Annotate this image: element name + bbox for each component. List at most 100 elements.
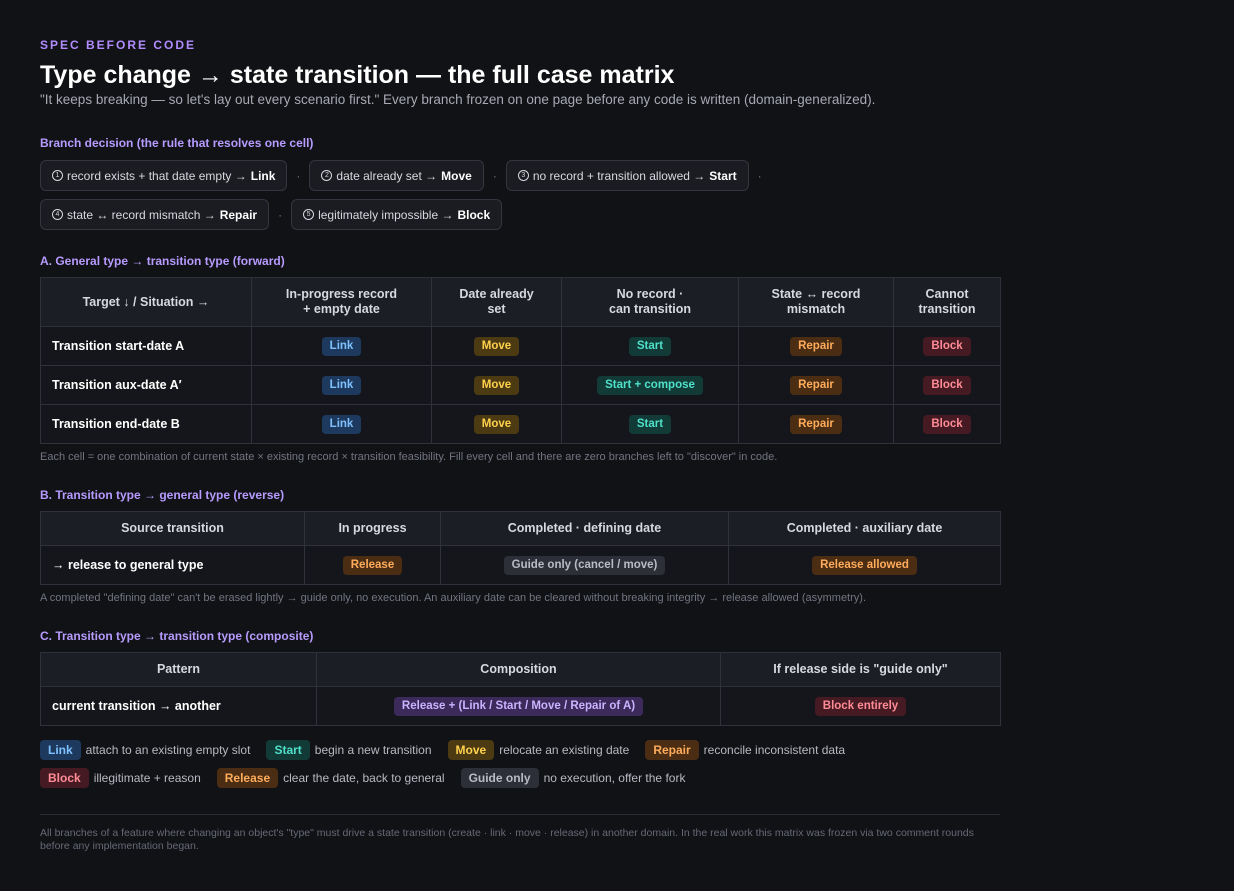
rule-text: date already set → [336,168,438,183]
legend-item: Link attach to an existing empty slot [40,740,250,760]
col-header: If release side is "guide only" [720,652,1001,687]
link-tag: Link [321,414,362,434]
branch-pills-row2: 4 state ↔ record mismatch → Repair · 5 legi… [40,199,1000,230]
rule-text: record exists + that date empty → [67,168,247,183]
guide-only-tag: Guide only [460,768,539,788]
legend-desc: no execution, offer the fork [543,771,686,785]
link-tag: Link [40,740,81,760]
legend-desc: relocate an existing date [499,743,630,757]
start-tag: Start [266,740,310,760]
table-row: → release to general type Release Guide … [40,545,1001,585]
page-subtitle: "It keeps breaking — so let's lay out ev… [40,92,876,107]
row-label: Transition start-date A [40,326,252,366]
repair-tag: Repair [645,740,699,760]
move-tag: Move [473,336,520,356]
rule-pill-3: 3 no record + transition allowed → Start [505,160,749,191]
rule-text: state ↔ record mismatch → [67,207,216,222]
rule-pill-1: 1 record exists + that date empty → Link [40,160,288,191]
col-header: Completed · defining date [440,511,729,546]
col-header: Target ↓ / Situation → [40,277,252,327]
circled-number-icon: 2 [321,170,333,181]
col-header: In progress [304,511,441,546]
section-a-table-wrap: Target ↓ / Situation → In-progress recor… [40,277,1001,444]
forward-matrix-table: Target ↓ / Situation → In-progress recor… [40,277,1001,444]
section-b-table-wrap: Source transition In progress Completed … [40,511,1001,585]
branch-section: Branch decision (the rule that resolves … [40,136,313,150]
legend-desc: clear the date, back to general [283,771,445,785]
rule-result: Start [709,168,737,183]
start-tag: Start [628,336,672,356]
col-header: Pattern [40,652,317,687]
col-header: Date already set [431,277,562,327]
legend-desc: illegitimate + reason [93,771,201,785]
rule-pill-5: 5 legitimately impossible → Block [291,199,503,230]
release-tag: Release [342,555,403,575]
rule-result: Link [250,168,276,183]
rule-pill-4: 4 state ↔ record mismatch → Repair [40,199,270,230]
separator: · [296,168,301,183]
repair-tag: Repair [790,336,842,356]
move-tag: Move [473,414,520,434]
release-tag: Release [216,768,279,788]
legend-item: Guide only no execution, offer the fork [460,768,686,788]
section-a-note: Each cell = one combination of current s… [40,451,778,463]
footer-note: All branches of a feature where changing… [40,827,974,852]
col-header: Cannot transition [893,277,1001,327]
col-header: Source transition [40,511,305,546]
move-tag: Move [473,375,520,395]
table-row: Transition start-date A Link Move Start … [40,326,1001,366]
legend-item: Start begin a new transition [266,740,432,760]
block-tag: Block [923,336,971,356]
col-header: No record · can transition [561,277,739,327]
col-header: Composition [316,652,721,687]
block-entirely-tag: Block entirely [814,696,907,716]
block-tag: Block [923,375,971,395]
row-label: Transition aux-date A′ [40,365,252,405]
guide-only-tag: Guide only (cancel / move) [503,555,666,575]
legend-item: Release clear the date, back to general [216,768,445,788]
circled-number-icon: 3 [517,170,529,181]
separator: · [757,168,762,183]
composition-tag: Release + (Link / Start / Move / Repair … [393,696,644,716]
section-a-heading: A. General type → transition type (forwa… [40,254,285,268]
rule-result: Block [457,207,491,222]
table-row: current transition → another Release + (… [40,686,1001,726]
rule-pill-2: 2 date already set → Move [309,160,484,191]
branch-title: Branch decision (the rule that resolves … [40,136,314,150]
repair-tag: Repair [790,375,842,395]
reverse-matrix-table: Source transition In progress Completed … [40,511,1001,585]
section-a-title: A. General type → transition type (forwa… [40,254,285,268]
section-b-title: B. Transition type → general type (rever… [40,488,284,502]
start-compose-tag: Start + compose [597,375,703,395]
page-title: Type change → state transition — the ful… [40,61,675,89]
section-c-table-wrap: Pattern Composition If release side is "… [40,652,1001,726]
row-label: Transition end-date B [40,404,252,444]
section-b-note: A completed "defining date" can't be era… [40,592,866,604]
release-allowed-tag: Release allowed [812,555,917,575]
circled-number-icon: 4 [52,209,63,220]
col-header: In-progress record + empty date [251,277,432,327]
circled-number-icon: 1 [52,170,63,181]
circled-number-icon: 5 [303,209,315,220]
eyebrow: SPEC BEFORE CODE [40,38,197,52]
section-b-heading: B. Transition type → general type (rever… [40,488,285,502]
link-tag: Link [321,336,362,356]
composite-matrix-table: Pattern Composition If release side is "… [40,652,1001,726]
legend-row-1: Link attach to an existing empty slot Sta… [40,740,861,760]
block-tag: Block [923,414,971,434]
legend-row-2: Block illegitimate + reason Release clear … [40,768,701,788]
table-row: Transition end-date B Link Move Start Re… [40,404,1001,444]
legend-desc: attach to an existing empty slot [85,743,251,757]
legend-desc: reconcile inconsistent data [703,743,846,757]
section-c-title: C. Transition type → transition type (co… [40,629,313,643]
legend-item: Repair reconcile inconsistent data [645,740,845,760]
link-tag: Link [321,375,362,395]
move-tag: Move [447,740,495,760]
col-header: State ↔ record mismatch [738,277,894,327]
start-tag: Start [628,414,672,434]
table-row: Transition aux-date A′ Link Move Start +… [40,365,1001,405]
branch-pills-row1: 1 record exists + that date empty → Link ·… [40,160,1000,191]
legend-item: Move relocate an existing date [447,740,630,760]
block-tag: Block [40,768,89,788]
legend-item: Block illegitimate + reason [40,768,201,788]
